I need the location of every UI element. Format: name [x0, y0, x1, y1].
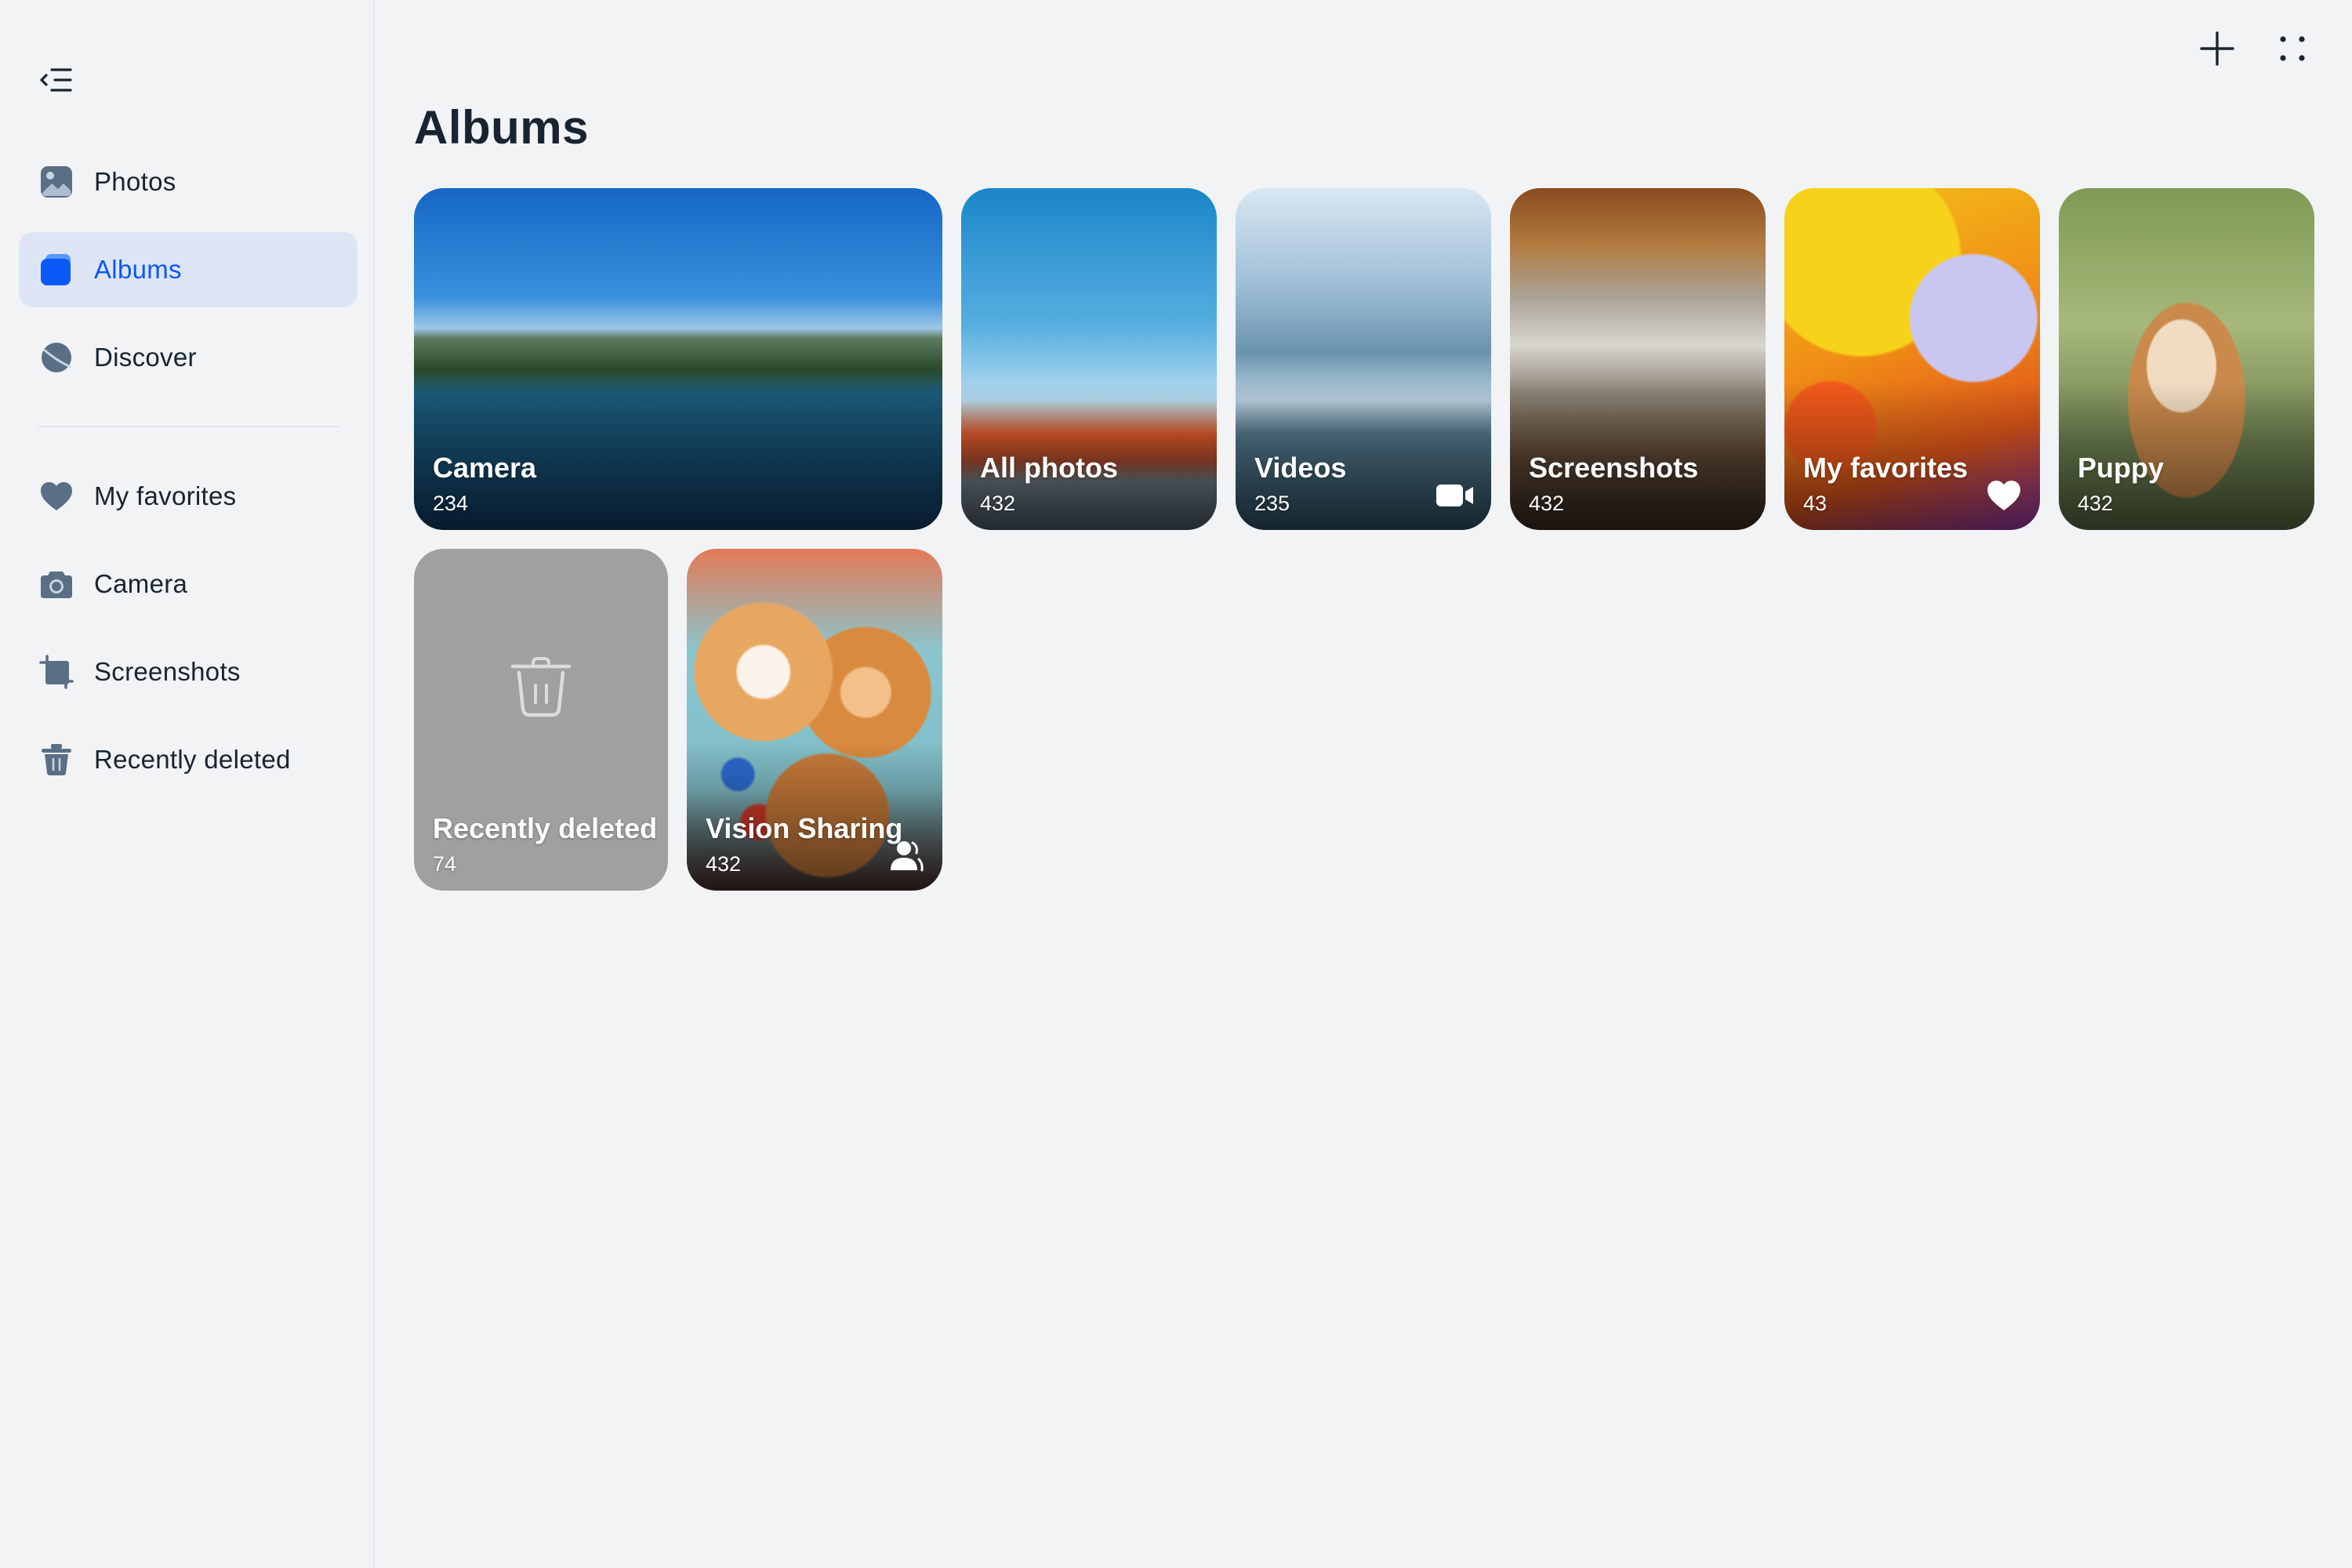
album-count: 74 [433, 852, 457, 876]
album-card-my-favorites[interactable]: My favorites 43 [1784, 188, 2040, 530]
discover-icon [38, 339, 75, 376]
sidebar-item-label: Albums [94, 255, 182, 284]
album-name: Screenshots [1529, 452, 1699, 484]
album-name: My favorites [1803, 452, 1969, 484]
sidebar-item-label: Screenshots [94, 657, 241, 686]
album-name: Puppy [2078, 452, 2165, 484]
toolbar [2190, 22, 2319, 75]
album-count: 43 [1803, 492, 1828, 515]
photos-icon [38, 163, 75, 201]
album-count: 234 [433, 492, 469, 515]
album-name: Recently deleted [433, 812, 658, 844]
sidebar-item-albums[interactable]: Albums [19, 232, 358, 307]
shared-user-icon [884, 839, 928, 873]
album-count: 432 [706, 852, 742, 876]
screenshot-icon [38, 653, 75, 691]
album-count: 432 [2078, 492, 2114, 515]
album-count: 432 [980, 492, 1016, 515]
sidebar-item-label: Camera [94, 569, 188, 598]
sidebar-item-label: My favorites [94, 481, 237, 510]
sidebar-item-screenshots[interactable]: Screenshots [19, 634, 358, 710]
album-count: 432 [1529, 492, 1565, 515]
album-card-vision-sharing[interactable]: Vision Sharing 432 [687, 549, 942, 891]
sidebar-item-camera[interactable]: Camera [19, 546, 358, 622]
sidebar-divider [38, 426, 339, 427]
albums-icon [38, 251, 75, 289]
video-camera-icon [1433, 478, 1477, 513]
album-card-all-photos[interactable]: All photos 432 [961, 188, 1217, 530]
album-card-videos[interactable]: Videos 235 [1236, 188, 1491, 530]
camera-icon [38, 565, 75, 603]
sidebar-item-label: Discover [94, 343, 197, 372]
sidebar-item-photos[interactable]: Photos [19, 144, 358, 220]
album-name: All photos [980, 452, 1118, 484]
sidebar-item-recently-deleted[interactable]: Recently deleted [19, 722, 358, 797]
heart-icon [1982, 478, 2026, 513]
trash-icon [505, 651, 577, 723]
trash-icon [38, 741, 75, 779]
sidebar-item-discover[interactable]: Discover [19, 320, 358, 395]
album-card-screenshots[interactable]: Screenshots 432 [1510, 188, 1766, 530]
album-name: Camera [433, 452, 537, 484]
album-name: Vision Sharing [706, 812, 903, 844]
heart-icon [38, 477, 75, 515]
page-title: Albums [414, 101, 590, 154]
more-options-icon[interactable] [2266, 22, 2319, 75]
album-card-recently-deleted[interactable]: Recently deleted 74 [414, 549, 668, 891]
sidebar: Photos Albums Discover My favorites Came… [0, 0, 375, 1568]
album-card-camera[interactable]: Camera 234 [414, 188, 942, 530]
sidebar-item-my-favorites[interactable]: My favorites [19, 459, 358, 534]
album-card-puppy[interactable]: Puppy 432 [2059, 188, 2314, 530]
sidebar-item-label: Recently deleted [94, 745, 291, 774]
album-name: Videos [1254, 452, 1347, 484]
collapse-sidebar-icon[interactable] [36, 63, 77, 97]
album-count: 235 [1254, 492, 1290, 515]
add-icon[interactable] [2190, 22, 2244, 75]
sidebar-item-label: Photos [94, 167, 176, 196]
